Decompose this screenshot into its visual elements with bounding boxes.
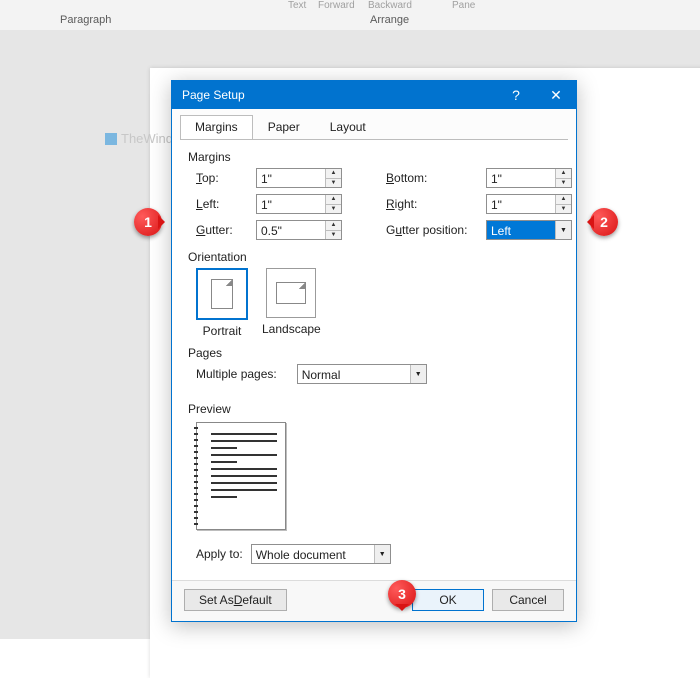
dropdown-apply-to[interactable]: Whole document ▼ bbox=[251, 544, 391, 564]
label-multiple-pages: Multiple pages: bbox=[196, 367, 277, 381]
label-top: Top: bbox=[196, 171, 256, 185]
dropdown-gutter-position-value[interactable]: Left bbox=[487, 221, 555, 239]
ribbon-mini-forward: Forward bbox=[318, 0, 355, 11]
dialog-title: Page Setup bbox=[182, 88, 245, 102]
section-orientation: Orientation bbox=[188, 250, 560, 264]
spin-bottom-value[interactable]: 1" bbox=[487, 169, 555, 187]
dropdown-multiple-pages[interactable]: Normal ▼ bbox=[297, 364, 427, 384]
help-button[interactable]: ? bbox=[496, 81, 536, 109]
dialog-button-row: Set As Default OK Cancel bbox=[172, 580, 576, 621]
tab-paper[interactable]: Paper bbox=[253, 115, 315, 140]
spin-right-value[interactable]: 1" bbox=[487, 195, 555, 213]
ribbon-mini-backward: Backward bbox=[368, 0, 412, 11]
chevron-down-icon[interactable]: ▼ bbox=[555, 221, 571, 239]
ribbon-group-arrange: Arrange bbox=[370, 14, 409, 26]
callout-1: 1 bbox=[134, 208, 162, 236]
dialog-titlebar[interactable]: Page Setup ? ✕ bbox=[172, 81, 576, 109]
spin-gutter-arrows[interactable]: ▲▼ bbox=[325, 221, 341, 239]
section-preview: Preview bbox=[188, 402, 560, 416]
ribbon-mini-pane: Pane bbox=[452, 0, 475, 11]
dropdown-gutter-position[interactable]: Left ▼ bbox=[486, 220, 572, 240]
label-gutter-position: Gutter position: bbox=[386, 223, 486, 237]
dropdown-multiple-pages-value: Normal bbox=[298, 365, 410, 383]
spin-left-arrows[interactable]: ▲▼ bbox=[325, 195, 341, 213]
page-setup-dialog: Page Setup ? ✕ Margins Paper Layout Marg… bbox=[171, 80, 577, 622]
label-right: Right: bbox=[386, 197, 486, 211]
tab-layout[interactable]: Layout bbox=[315, 115, 381, 140]
spin-top[interactable]: 1" ▲▼ bbox=[256, 168, 342, 188]
chevron-down-icon[interactable]: ▼ bbox=[374, 545, 390, 563]
spin-right[interactable]: 1" ▲▼ bbox=[486, 194, 572, 214]
spin-right-arrows[interactable]: ▲▼ bbox=[555, 195, 571, 213]
chevron-down-icon[interactable]: ▼ bbox=[410, 365, 426, 383]
dropdown-apply-to-value: Whole document bbox=[252, 545, 374, 563]
close-button[interactable]: ✕ bbox=[536, 81, 576, 109]
label-bottom: Bottom: bbox=[386, 171, 486, 185]
callout-3: 3 bbox=[388, 580, 416, 608]
watermark-icon bbox=[105, 133, 117, 145]
section-margins: Margins bbox=[188, 150, 560, 164]
section-pages: Pages bbox=[188, 346, 560, 360]
spin-gutter[interactable]: 0.5" ▲▼ bbox=[256, 220, 342, 240]
spin-bottom-arrows[interactable]: ▲▼ bbox=[555, 169, 571, 187]
ribbon-mini-text: Text bbox=[288, 0, 306, 11]
orientation-landscape[interactable]: Landscape bbox=[262, 268, 321, 338]
label-gutter: Gutter: bbox=[196, 223, 256, 237]
dialog-tabstrip: Margins Paper Layout bbox=[172, 109, 576, 140]
callout-2: 2 bbox=[590, 208, 618, 236]
orientation-portrait-label: Portrait bbox=[203, 324, 242, 338]
orientation-landscape-label: Landscape bbox=[262, 322, 321, 336]
ribbon-group-paragraph: Paragraph bbox=[60, 14, 111, 26]
spin-gutter-value[interactable]: 0.5" bbox=[257, 221, 325, 239]
spin-bottom[interactable]: 1" ▲▼ bbox=[486, 168, 572, 188]
spin-left[interactable]: 1" ▲▼ bbox=[256, 194, 342, 214]
label-apply-to: Apply to: bbox=[196, 547, 243, 561]
spin-top-value[interactable]: 1" bbox=[257, 169, 325, 187]
ribbon: Paragraph Arrange Text Forward Backward … bbox=[0, 0, 700, 31]
set-as-default-button[interactable]: Set As Default bbox=[184, 589, 287, 611]
spin-top-arrows[interactable]: ▲▼ bbox=[325, 169, 341, 187]
cancel-button[interactable]: Cancel bbox=[492, 589, 564, 611]
spin-left-value[interactable]: 1" bbox=[257, 195, 325, 213]
orientation-portrait[interactable]: Portrait bbox=[196, 268, 248, 338]
ok-button[interactable]: OK bbox=[412, 589, 484, 611]
tab-margins[interactable]: Margins bbox=[180, 115, 253, 140]
preview-thumbnail bbox=[196, 422, 286, 530]
label-left: Left: bbox=[196, 197, 256, 211]
